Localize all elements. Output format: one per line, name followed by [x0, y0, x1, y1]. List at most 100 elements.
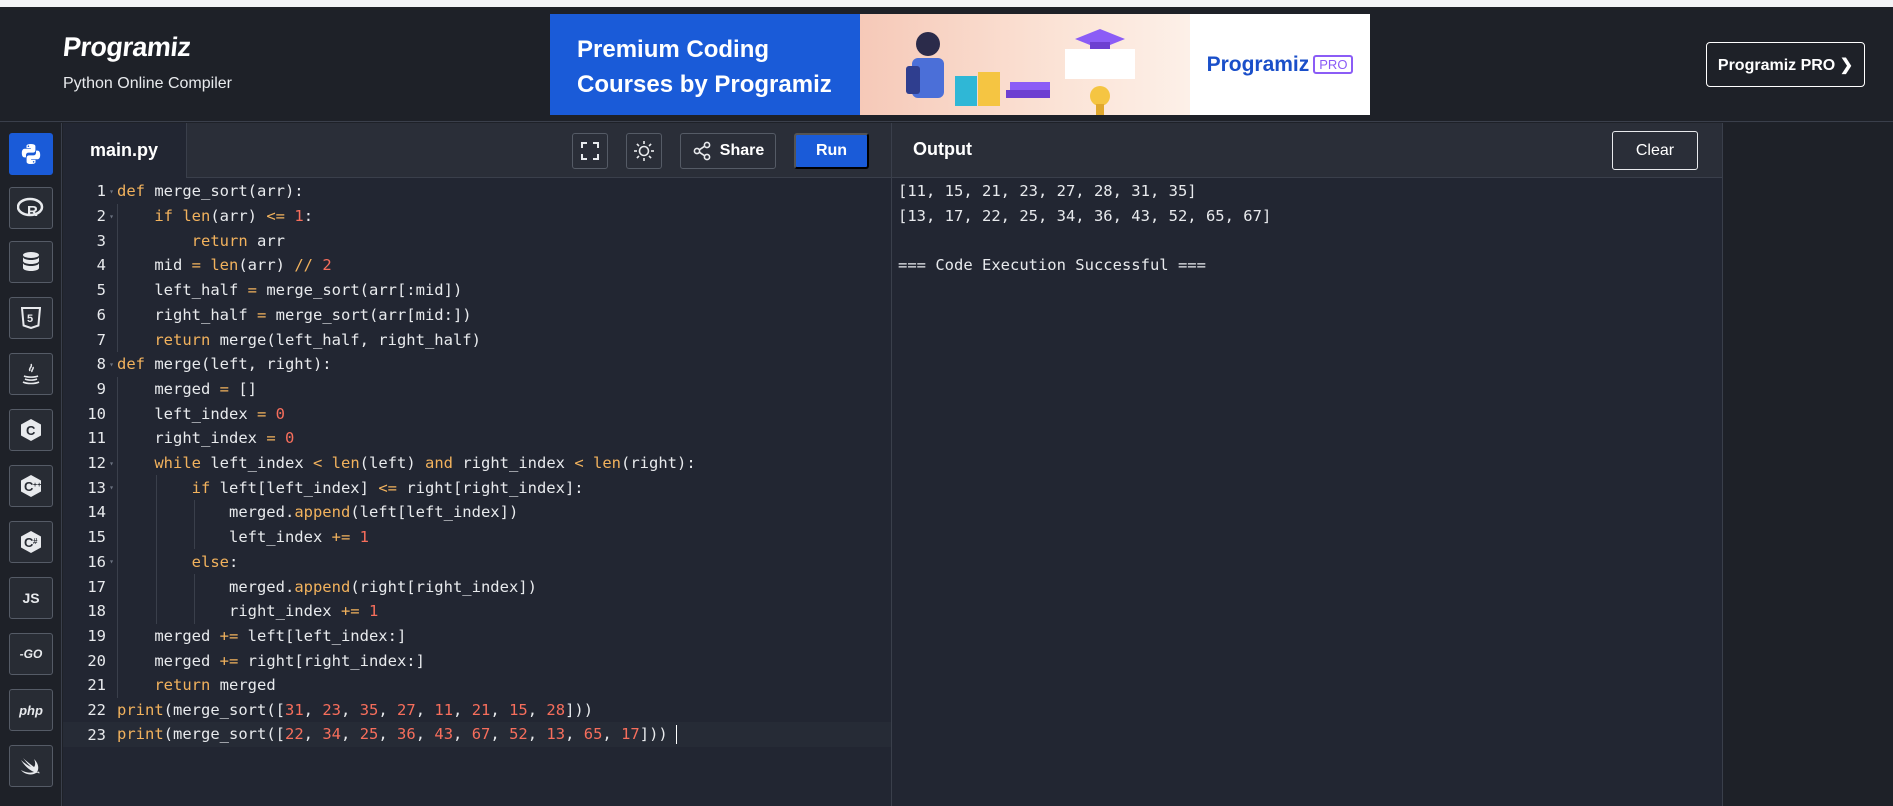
java-icon	[22, 363, 40, 385]
fold-toggle-icon[interactable]: ▾	[106, 459, 117, 468]
code-text: left_half = merge_sort(arr[:mid])	[117, 281, 463, 300]
line-number: 2	[96, 207, 106, 226]
site-header: Programiz Python Online Compiler Premium…	[0, 7, 1893, 122]
fold-toggle-icon[interactable]: ▾	[106, 212, 117, 221]
code-line[interactable]: 19 merged += left[left_index:]	[63, 624, 891, 649]
indent-guide	[194, 500, 195, 550]
language-java-button[interactable]	[9, 353, 53, 395]
language-python-button[interactable]	[9, 133, 53, 175]
run-button[interactable]: Run	[794, 133, 869, 169]
language-csharp-button[interactable]: C #	[9, 521, 53, 563]
code-line[interactable]: 10 left_index = 0	[63, 401, 891, 426]
programiz-pro-button[interactable]: Programiz PRO ❯	[1706, 42, 1865, 87]
language-c-button[interactable]: C	[9, 409, 53, 451]
c-icon: C	[21, 419, 41, 441]
code-line[interactable]: 12 ▾ while left_index < len(left) and rig…	[63, 451, 891, 476]
code-line[interactable]: 11 right_index = 0	[63, 426, 891, 451]
language-php-button[interactable]: php	[9, 689, 53, 731]
code-line[interactable]: 21 return merged	[63, 673, 891, 698]
language-swift-button[interactable]	[9, 745, 53, 787]
theme-toggle-button[interactable]	[626, 133, 662, 169]
svg-text:R: R	[27, 203, 38, 219]
code-text: left_index = 0	[117, 404, 286, 423]
line-number: 14	[87, 503, 106, 522]
code-text: return merge(left_half, right_half)	[154, 330, 481, 349]
code-line[interactable]: 17 merged.append(right[right_index])	[63, 574, 891, 599]
clear-button[interactable]: Clear	[1612, 131, 1698, 170]
language-r-button[interactable]: R	[9, 187, 53, 229]
code-line[interactable]: 1 ▾ def merge_sort(arr):	[63, 179, 891, 204]
banner-text: Premium Coding Courses by Programiz	[550, 14, 860, 115]
language-js-button[interactable]: JS	[9, 577, 53, 619]
fold-toggle-icon[interactable]: ▾	[106, 360, 117, 369]
code-editor[interactable]: 1 ▾ def merge_sort(arr): 2 ▾ if len(arr) <= …	[63, 179, 891, 806]
code-line[interactable]: 15 left_index += 1	[63, 525, 891, 550]
language-cpp-button[interactable]: C ++	[9, 465, 53, 507]
code-line[interactable]: 5 left_half = merge_sort(arr[:mid])	[63, 278, 891, 303]
code-line[interactable]: 9 merged = []	[63, 377, 891, 402]
language-html-button[interactable]: 5	[9, 297, 53, 339]
tab-main-py[interactable]: main.py	[63, 123, 187, 178]
code-line[interactable]: 16 ▾ else:	[63, 550, 891, 575]
share-icon	[693, 141, 711, 161]
line-number: 9	[96, 379, 106, 398]
code-text: left_index += 1	[117, 528, 369, 547]
code-line[interactable]: 4 mid = len(arr) // 2	[63, 253, 891, 278]
svg-text:C: C	[26, 423, 36, 438]
line-number: 4	[96, 256, 106, 275]
share-label: Share	[719, 142, 765, 159]
programiz-logo[interactable]: Programiz	[61, 32, 192, 63]
code-line[interactable]: 13 ▾ if left[left_index] <= right[right_i…	[63, 475, 891, 500]
browser-top-strip	[0, 0, 1893, 7]
line-number: 16	[87, 552, 106, 571]
output-console[interactable]: [11, 15, 21, 23, 27, 28, 31, 35] [13, 17,…	[898, 179, 1271, 278]
svg-text:#: #	[33, 537, 38, 546]
code-line[interactable]: 22 print(merge_sort([31, 23, 35, 27, 11, …	[63, 698, 891, 723]
share-button[interactable]: Share	[680, 133, 776, 169]
indent-guide	[117, 203, 118, 352]
output-header: Output Clear	[892, 123, 1723, 178]
code-text: merged += right[right_index:]	[117, 651, 425, 670]
banner-illustration	[832, 14, 1190, 115]
code-line[interactable]: 3 return arr	[63, 228, 891, 253]
code-text: right_half = merge_sort(arr[mid:])	[117, 305, 472, 324]
code-line[interactable]: 18 right_index += 1	[63, 599, 891, 624]
python-icon	[21, 144, 41, 164]
line-number: 6	[96, 305, 106, 324]
code-text: return arr	[191, 231, 285, 250]
code-line[interactable]: 2 ▾ if len(arr) <= 1:	[63, 204, 891, 229]
fold-toggle-icon[interactable]: ▾	[106, 483, 117, 492]
language-sidebar: R 5 C C ++ C # JS -GO php	[0, 123, 62, 806]
svg-text:5: 5	[27, 313, 33, 325]
promo-banner[interactable]: Premium Coding Courses by Programiz Prog…	[550, 14, 1370, 115]
language-sql-button[interactable]	[9, 241, 53, 283]
line-number: 5	[96, 281, 106, 300]
code-line[interactable]: 7 return merge(left_half, right_half)	[63, 327, 891, 352]
fullscreen-button[interactable]	[572, 133, 608, 169]
html5-icon: 5	[21, 307, 41, 329]
r-icon: R	[17, 197, 44, 219]
code-line[interactable]: 6 right_half = merge_sort(arr[mid:])	[63, 303, 891, 328]
line-number: 3	[96, 231, 106, 250]
fold-toggle-icon[interactable]: ▾	[106, 187, 117, 196]
language-go-button[interactable]: -GO	[9, 633, 53, 675]
code-line[interactable]: 14 merged.append(left[left_index])	[63, 500, 891, 525]
code-text: merged = []	[117, 379, 257, 398]
code-text: if len(arr) <= 1:	[154, 207, 314, 226]
code-text: right_index = 0	[117, 429, 295, 448]
right-empty-area	[1722, 123, 1893, 806]
line-number: 22	[87, 701, 106, 720]
code-line[interactable]: 8 ▾ def merge(left, right):	[63, 352, 891, 377]
output-line: [11, 15, 21, 23, 27, 28, 31, 35]	[898, 182, 1197, 200]
code-text: def merge_sort(arr):	[117, 182, 304, 201]
swift-icon	[21, 758, 40, 775]
line-number: 11	[87, 429, 106, 448]
sun-icon	[634, 141, 654, 161]
code-line[interactable]: 20 merged += right[right_index:]	[63, 648, 891, 673]
line-number: 1	[96, 182, 106, 201]
code-line[interactable]: 23 print(merge_sort([22, 34, 25, 36, 43, …	[63, 722, 891, 748]
fold-toggle-icon[interactable]: ▾	[106, 557, 117, 566]
code-text: while left_index < len(left) and right_i…	[154, 454, 696, 473]
line-number: 20	[87, 651, 106, 670]
